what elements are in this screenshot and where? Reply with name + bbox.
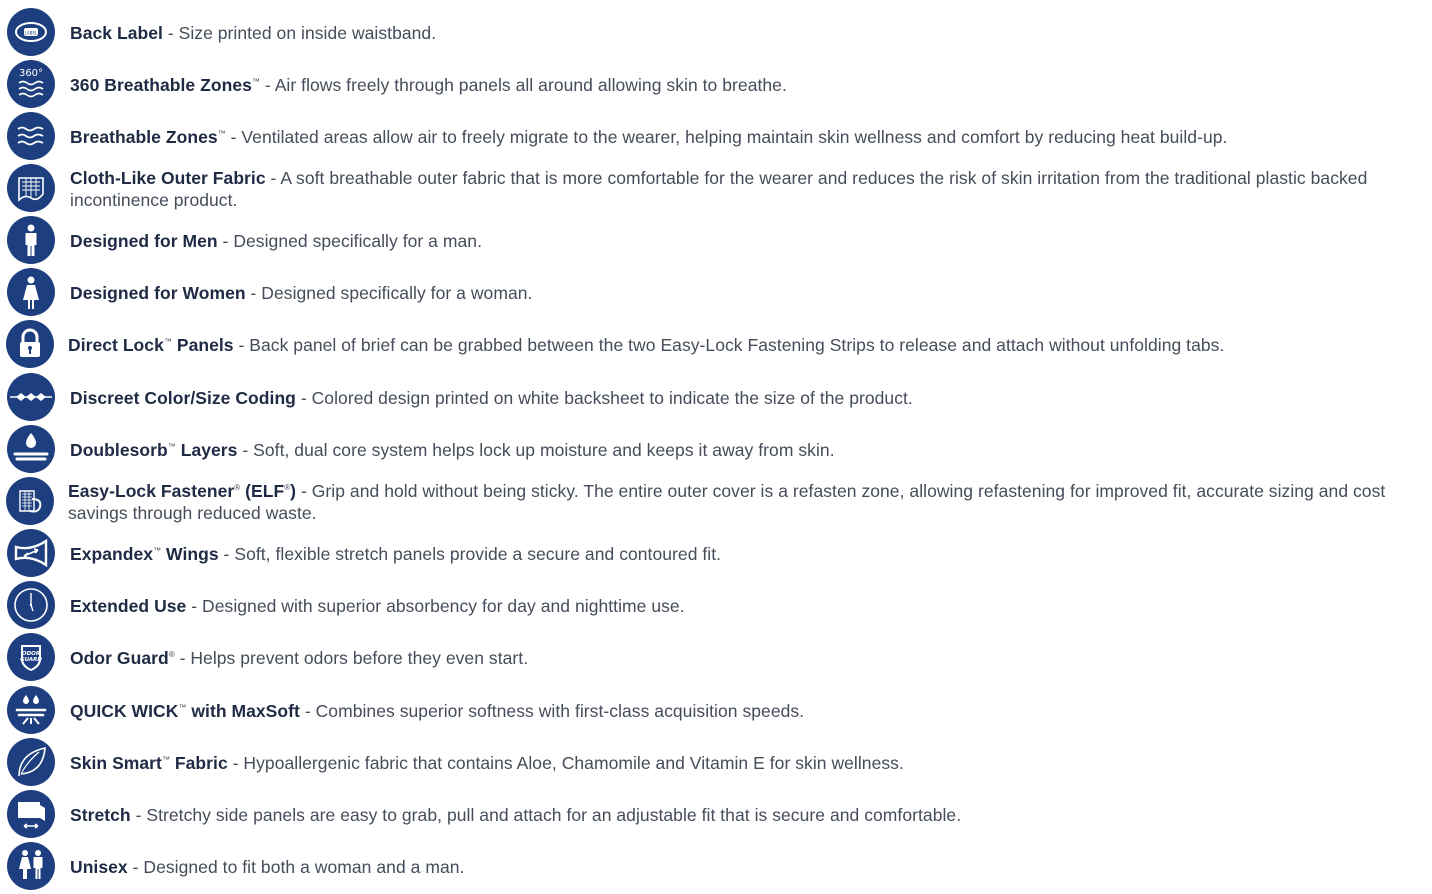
feature-title-suffix: Wings	[161, 544, 219, 564]
feature-description: - Combines superior softness with first-…	[299, 701, 805, 721]
feature-text: Expandex™ Wings - Soft, flexible stretch…	[70, 543, 1430, 565]
feature-row-back-label: LABEL Back Label - Size printed on insid…	[0, 8, 1432, 60]
feature-title: Designed for Men	[70, 231, 218, 251]
breathable-360-icon: 360°	[7, 60, 55, 108]
feature-title: Stretch	[70, 805, 131, 825]
stretch-icon	[7, 790, 55, 838]
fastener-icon	[6, 477, 54, 525]
feature-title: Easy-Lock Fastener	[68, 481, 235, 501]
feature-description: - Size printed on inside waistband.	[162, 23, 437, 43]
feature-text: QUICK WICK™ with MaxSoft - Combines supe…	[70, 700, 1430, 722]
feature-text: Back Label - Size printed on inside wais…	[70, 22, 1430, 44]
feature-text: Breathable Zones™ - Ventilated areas all…	[70, 126, 1430, 148]
feature-row-odor-guard: ODOR GUARD Odor Guard® - Helps prevent od…	[0, 633, 1432, 685]
feature-row-unisex: Unisex - Designed to fit both a woman an…	[0, 842, 1432, 894]
feature-title: Back Label	[70, 23, 163, 43]
feature-description: - Ventilated areas allow air to freely m…	[225, 127, 1228, 147]
feature-text: Designed for Women - Designed specifical…	[70, 282, 1430, 304]
feature-title: Extended Use	[70, 596, 187, 616]
feature-text: Direct Lock™ Panels - Back panel of brie…	[68, 334, 1430, 356]
feature-title-suffix: Fabric	[170, 753, 228, 773]
feature-title: Doublesorb	[70, 440, 168, 460]
feature-description: - Back panel of brief can be grabbed bet…	[233, 335, 1225, 355]
trademark-mark: ™	[161, 755, 170, 765]
trademark-mark: ™	[153, 546, 162, 556]
feature-text: Easy-Lock Fastener® (ELF®) - Grip and ho…	[68, 480, 1430, 524]
feature-row-360-breathable: 360° 360 Breathable Zones™ - Air flows f…	[0, 60, 1432, 112]
feature-row-direct-lock: Direct Lock™ Panels - Back panel of brie…	[0, 320, 1432, 372]
color-coding-icon	[7, 373, 55, 421]
feature-row-women: Designed for Women - Designed specifical…	[0, 268, 1432, 320]
feature-row-stretch: Stretch - Stretchy side panels are easy …	[0, 790, 1432, 842]
feature-row-easy-lock: Easy-Lock Fastener® (ELF®) - Grip and ho…	[0, 477, 1432, 529]
feature-description: - Soft, dual core system helps lock up m…	[237, 440, 835, 460]
feature-text: Extended Use - Designed with superior ab…	[70, 595, 1430, 617]
leaf-icon	[7, 738, 55, 786]
feature-title: Odor Guard	[70, 648, 169, 668]
feature-title-suffix: Panels	[171, 335, 234, 355]
feature-description: - Stretchy side panels are easy to grab,…	[130, 805, 962, 825]
feature-title: 360 Breathable Zones	[70, 75, 252, 95]
wings-icon	[7, 529, 55, 577]
man-icon	[7, 216, 55, 264]
feature-text: Odor Guard® - Helps prevent odors before…	[70, 647, 1430, 669]
feature-row-expandex: Expandex™ Wings - Soft, flexible stretch…	[0, 529, 1432, 581]
feature-row-color-coding: Discreet Color/Size Coding - Colored des…	[0, 373, 1432, 425]
feature-title-suffix: with MaxSoft	[186, 701, 300, 721]
back-label-icon: LABEL	[7, 8, 55, 56]
feature-description: - Designed specifically for a man.	[217, 231, 482, 251]
feature-description: - Colored design printed on white backsh…	[295, 388, 913, 408]
feature-title: Discreet Color/Size Coding	[70, 388, 296, 408]
feature-description: - Helps prevent odors before they even s…	[174, 648, 529, 668]
feature-description: - Air flows freely through panels all ar…	[259, 75, 787, 95]
feature-description: - Designed specifically for a woman.	[245, 283, 533, 303]
woman-icon	[7, 268, 55, 316]
feature-row-cloth-like: Cloth-Like Outer Fabric - A soft breatha…	[0, 164, 1432, 216]
layers-drop-icon	[7, 425, 55, 473]
feature-text: Cloth-Like Outer Fabric - A soft breatha…	[70, 167, 1430, 211]
feature-title: Unisex	[70, 857, 128, 877]
feature-title-suffix: (ELF	[240, 481, 285, 501]
feature-text: Doublesorb™ Layers - Soft, dual core sys…	[70, 439, 1430, 461]
feature-text: Stretch - Stretchy side panels are easy …	[70, 804, 1430, 826]
feature-title: Breathable Zones	[70, 127, 218, 147]
feature-description: - Soft, flexible stretch panels provide …	[218, 544, 722, 564]
feature-row-quick-wick: QUICK WICK™ with MaxSoft - Combines supe…	[0, 686, 1432, 738]
feature-text: Skin Smart™ Fabric - Hypoallergenic fabr…	[70, 752, 1430, 774]
feature-row-doublesorb: Doublesorb™ Layers - Soft, dual core sys…	[0, 425, 1432, 477]
feature-row-skin-smart: Skin Smart™ Fabric - Hypoallergenic fabr…	[0, 738, 1432, 790]
trademark-mark: ™	[167, 442, 176, 452]
feature-list: LABEL Back Label - Size printed on insid…	[0, 0, 1432, 890]
feature-title: QUICK WICK	[70, 701, 179, 721]
feature-description: - Hypoallergenic fabric that contains Al…	[227, 753, 904, 773]
breathable-zones-icon	[7, 112, 55, 160]
feature-description: - Designed to fit both a woman and a man…	[127, 857, 465, 877]
odor-guard-badge-line2: GUARD	[20, 657, 42, 663]
feature-text: Unisex - Designed to fit both a woman an…	[70, 856, 1430, 878]
feature-title: Skin Smart	[70, 753, 162, 773]
feature-text: Designed for Men - Designed specifically…	[70, 230, 1430, 252]
feature-title: Cloth-Like Outer Fabric	[70, 168, 266, 188]
trademark-mark: ™	[251, 77, 260, 87]
breathable-360-badge-text: 360°	[19, 68, 43, 79]
clock-icon	[7, 581, 55, 629]
trademark-mark: ™	[163, 337, 172, 347]
feature-description: - Designed with superior absorbency for …	[186, 596, 685, 616]
trademark-mark: ™	[217, 129, 226, 139]
feature-row-breathable-zones: Breathable Zones™ - Ventilated areas all…	[0, 112, 1432, 164]
unisex-icon	[7, 842, 55, 890]
lock-icon	[6, 320, 54, 368]
feature-title-suffix: Layers	[175, 440, 238, 460]
feature-text: Discreet Color/Size Coding - Colored des…	[70, 387, 1430, 409]
feature-text: 360 Breathable Zones™ - Air flows freely…	[70, 74, 1430, 96]
feature-row-men: Designed for Men - Designed specifically…	[0, 216, 1432, 268]
feature-title: Expandex	[70, 544, 154, 564]
feature-title: Direct Lock	[68, 335, 164, 355]
feature-title: Designed for Women	[70, 283, 246, 303]
odor-guard-icon: ODOR GUARD	[7, 633, 55, 681]
feature-row-extended-use: Extended Use - Designed with superior ab…	[0, 581, 1432, 633]
back-label-badge-text: LABEL	[25, 31, 38, 36]
quick-wick-icon	[7, 686, 55, 734]
cloth-fabric-icon	[7, 164, 55, 212]
